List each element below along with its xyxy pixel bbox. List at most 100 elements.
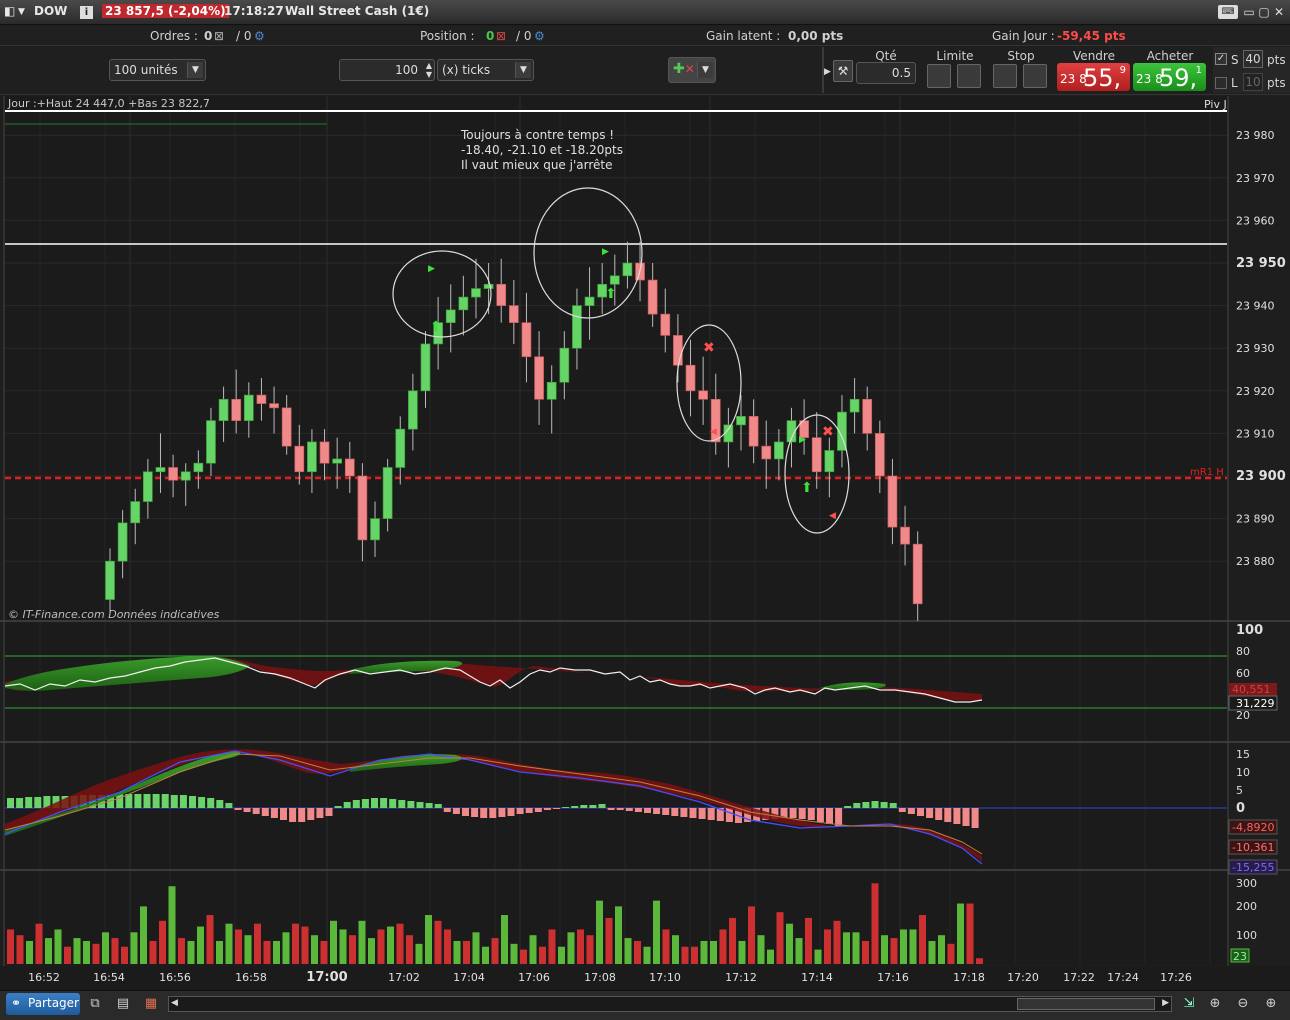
volume-bar	[909, 929, 917, 964]
indicator-icon[interactable]: ⧉	[86, 995, 104, 1013]
time-tick-label: 17:18	[953, 971, 985, 984]
drawing-tools-icon[interactable]: ▦	[142, 995, 160, 1013]
volume-bar	[776, 912, 784, 964]
macd-bar	[298, 808, 306, 822]
time-tick-label: 16:54	[93, 971, 125, 984]
macd-value-label: -10,361	[1232, 841, 1274, 854]
macd-bar	[807, 808, 815, 820]
app-menu-icon[interactable]: ◧	[4, 4, 15, 18]
macd-bar	[334, 806, 342, 808]
macd-bar	[316, 808, 324, 818]
osc-tick-label: 60	[1236, 667, 1250, 680]
volume-bar	[786, 923, 793, 964]
chart-area[interactable]: Jour :+Haut 24 447,0 +Bas 23 822,7 Piv J…	[0, 96, 1290, 990]
orders-cancel-icon[interactable]: ⊠	[214, 29, 224, 43]
macd-bar	[25, 797, 33, 808]
macd-bar	[471, 808, 479, 817]
symbol-label[interactable]: DOW	[34, 4, 67, 18]
zoom-out-icon[interactable]: ⊖	[1234, 995, 1252, 1013]
scroll-left-icon[interactable]: ◀	[171, 998, 178, 1008]
volume-bar	[149, 940, 157, 964]
chevron-down-icon[interactable]: ▼	[18, 7, 25, 17]
macd-bar	[816, 808, 824, 822]
volume-bar	[472, 932, 480, 964]
close-icon[interactable]: ✕	[1272, 5, 1286, 19]
volume-bar	[273, 940, 280, 964]
ticks-stepper[interactable]: 100 ▲ ▼	[339, 59, 435, 81]
title-bar: ◧ ▼ DOW i 23 857,5 (-2,04%) 17:18:27 Wal…	[0, 0, 1290, 25]
layout-icon[interactable]: ▤	[114, 995, 132, 1013]
macd-bar	[289, 808, 297, 822]
stop-sell-icon[interactable]	[1023, 64, 1047, 88]
volume-bar	[900, 929, 907, 964]
zoom-fit-icon[interactable]: ⊕	[1206, 995, 1224, 1013]
volume-bar	[83, 940, 90, 964]
orders-settings-icon[interactable]: ⚙	[254, 29, 265, 43]
volume-bar	[463, 940, 470, 964]
chevron-down-icon[interactable]: ▼	[187, 62, 203, 78]
volume-bar	[548, 929, 556, 964]
macd-bar	[917, 808, 924, 816]
autoscale-icon[interactable]: ⇲	[1180, 995, 1198, 1013]
volume-bar	[396, 923, 404, 964]
position-cancel-icon[interactable]: ⊠	[496, 29, 506, 43]
marker-icon: ▶	[428, 264, 435, 274]
l-input[interactable]: 10	[1243, 73, 1263, 91]
volume-bar	[520, 949, 527, 964]
volume-bar	[140, 906, 147, 964]
limit-sell-icon[interactable]	[957, 64, 981, 88]
l-unit: pts	[1267, 76, 1286, 90]
share-button[interactable]: ⚭ Partager	[6, 993, 80, 1015]
osc-value-label: 31,229	[1236, 697, 1275, 710]
maximize-icon[interactable]: ▢	[1257, 5, 1271, 19]
chevron-down-icon[interactable]: ▼	[515, 62, 531, 78]
stepper-arrows-icon[interactable]: ▲ ▼	[426, 61, 432, 79]
clock: 17:18:27	[224, 4, 284, 18]
minimize-icon[interactable]: ▭	[1242, 5, 1256, 19]
time-scrollbar[interactable]: ◀ ▶	[168, 996, 1172, 1012]
volume-bar	[168, 886, 176, 964]
limit-buy-icon[interactable]	[927, 64, 951, 88]
macd-bar	[207, 798, 215, 808]
time-tick-label: 17:24	[1107, 971, 1139, 984]
macd-bar	[252, 808, 260, 814]
price-chart[interactable]: Jour :+Haut 24 447,0 +Bas 23 822,7 Piv J…	[0, 96, 1290, 990]
scroll-right-icon[interactable]: ▶	[1162, 998, 1169, 1008]
chevron-down-icon[interactable]: ▼	[697, 62, 713, 78]
s-input[interactable]: 40	[1243, 50, 1263, 68]
position-value: 0	[486, 29, 495, 43]
ticks-unit-select[interactable]: (x) ticks ▼	[437, 59, 534, 81]
macd-bar	[671, 808, 679, 816]
chevron-right-icon[interactable]: ▶	[824, 67, 831, 77]
s-checkbox[interactable]: ✓	[1215, 53, 1227, 65]
price-tick-label: 23 900	[1236, 469, 1286, 484]
macd-bar	[516, 808, 524, 814]
info-icon[interactable]: i	[80, 6, 93, 19]
units-select[interactable]: 100 unités ▼	[109, 59, 206, 81]
macd-bar	[489, 808, 497, 818]
stop-buy-icon[interactable]	[993, 64, 1017, 88]
position-settings-icon[interactable]: ⚙	[534, 29, 545, 43]
keyboard-icon[interactable]: ⌨	[1218, 5, 1238, 19]
scroll-thumb[interactable]	[1017, 998, 1155, 1010]
volume-value-label: 23	[1233, 950, 1247, 963]
volume-bar	[187, 940, 195, 964]
volume-bar	[225, 923, 233, 964]
macd-bar	[398, 800, 406, 808]
s-label: S	[1231, 53, 1239, 67]
sell-button[interactable]: 23 8 55, 9	[1057, 63, 1130, 92]
l-checkbox[interactable]	[1215, 77, 1227, 89]
time-tick-label: 16:58	[235, 971, 267, 984]
zoom-in-icon[interactable]: ⊕	[1262, 995, 1280, 1013]
osc-tick-label: 80	[1236, 645, 1250, 658]
volume-bar	[710, 940, 717, 964]
macd-tick-label: 5	[1236, 784, 1243, 797]
qty-input[interactable]: 0.5	[856, 62, 916, 84]
strategy-button[interactable]: ✚✕ ▼	[668, 57, 716, 83]
buy-button[interactable]: 23 8 59, 1	[1133, 63, 1206, 92]
macd-bar	[234, 808, 242, 810]
limit-label: Limite	[936, 49, 974, 63]
macd-bar	[280, 808, 287, 820]
volume-bar	[738, 940, 746, 964]
wrench-icon[interactable]: ⚒	[833, 60, 853, 82]
